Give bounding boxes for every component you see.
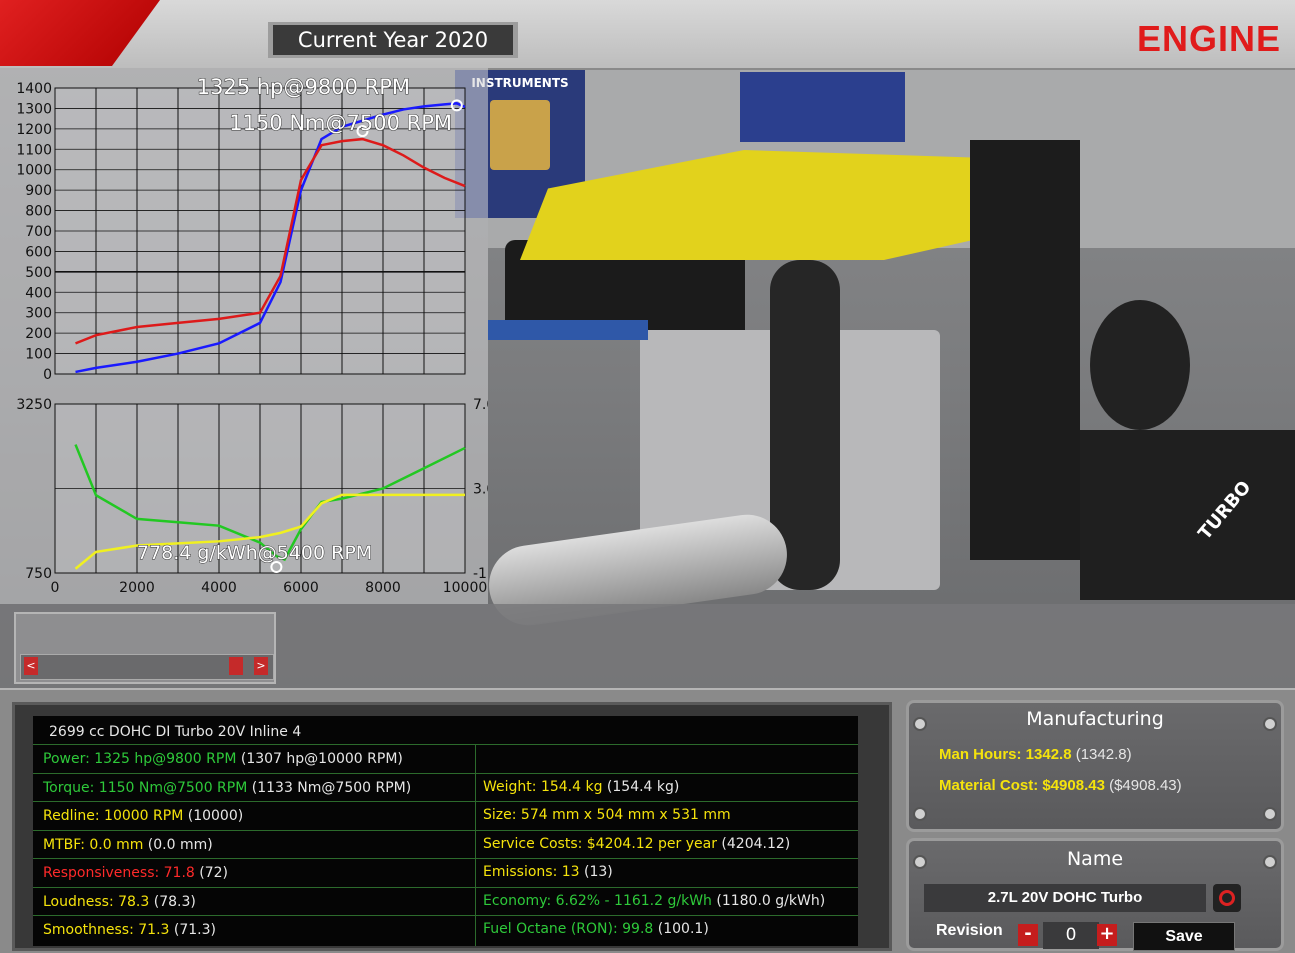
blueprint-poster	[740, 72, 905, 142]
chart-panel: 1400 1300 1200 1100 1000 900 800 700 600 500 400 30…	[0, 68, 488, 604]
slider-left-arrow[interactable]: <	[24, 657, 38, 675]
chart1-ytick: 600	[25, 244, 52, 260]
chart2-xtick: 10000	[443, 580, 488, 596]
revision-plus-button[interactable]: +	[1097, 924, 1117, 946]
stat-cell: Fuel Octane (RON): 99.8 (100.1)	[483, 915, 709, 943]
stat-cell: Service Costs: $4204.12 per year (4204.1…	[483, 830, 790, 858]
stat-cell: Emissions: 13 (13)	[483, 858, 613, 886]
chart1-ytick: 100	[25, 347, 52, 363]
slider-right-arrow[interactable]: >	[254, 657, 268, 675]
engine-stats: 2699 cc DOHC DI Turbo 20V Inline 4 Power…	[33, 716, 858, 946]
pulley	[1090, 300, 1190, 430]
name-title: Name	[1066, 848, 1124, 870]
economy-min-label: 778.4 g/kWh@5400 RPM	[137, 542, 372, 564]
chart1-ytick: 1400	[16, 81, 52, 97]
stat-label: Service Costs: $4204.12 per year	[483, 835, 717, 852]
screw-icon	[913, 807, 927, 821]
material-cost: Material Cost: $4908.43 ($4908.43)	[939, 777, 1182, 794]
stat-label: Fuel Octane (RON): 99.8	[483, 921, 654, 937]
chart1-ytick: 1000	[16, 163, 52, 179]
current-year-box: Current Year 2020	[268, 22, 518, 58]
chart2-left-ytick: 750	[25, 566, 52, 582]
stat-label: Economy: 6.62% - 1161.2 g/kWh	[483, 892, 712, 909]
revision-label: Revision	[936, 922, 1003, 939]
screw-icon	[1263, 807, 1277, 821]
stat-cell: Economy: 6.62% - 1161.2 g/kWh (1180.0 g/…	[483, 887, 825, 915]
top-bar	[0, 0, 1295, 70]
screen-title: ENGINE	[1136, 18, 1281, 59]
chart1-ytick: 900	[25, 183, 52, 199]
chart1-ytick: 0	[43, 367, 52, 383]
chart1-ytick: 300	[25, 306, 52, 322]
material-cost-baseline: ($4908.43)	[1104, 777, 1182, 794]
stat-row-right: Emissions: 13 (13)	[33, 858, 858, 886]
stat-baseline: (13)	[579, 864, 613, 880]
stat-row-right	[33, 744, 858, 772]
chart1-ytick: 1200	[16, 122, 52, 138]
stat-row-right: Weight: 154.4 kg (154.4 kg)	[33, 773, 858, 801]
chart2-xtick: 4000	[201, 580, 237, 596]
chart1-ytick: 1100	[16, 142, 52, 158]
random-name-button[interactable]	[1213, 884, 1241, 912]
man-hours-baseline: (1342.8)	[1071, 746, 1132, 763]
slider-handle[interactable]	[229, 657, 243, 675]
chart2-xtick: 0	[51, 580, 60, 596]
man-hours: Man Hours: 1342.8 (1342.8)	[939, 746, 1132, 763]
revision-value: 0	[1043, 922, 1099, 949]
save-button[interactable]: Save	[1133, 922, 1235, 951]
stat-label: Size: 574 mm x 504 mm x 531 mm	[483, 807, 731, 823]
stat-row-right: Fuel Octane (RON): 99.8 (100.1)	[33, 915, 858, 943]
refresh-icon	[1219, 890, 1235, 906]
chart1-ytick: 1300	[16, 101, 52, 117]
chart1-ytick: 400	[25, 285, 52, 301]
stat-label: Weight: 154.4 kg	[483, 778, 603, 795]
engine-stand	[488, 320, 648, 340]
engine-name-input[interactable]: 2.7L 20V DOHC Turbo	[924, 884, 1206, 912]
current-year-label: Current Year 2020	[273, 25, 513, 55]
revision-minus-button[interactable]: -	[1018, 924, 1038, 946]
stat-cell: Size: 574 mm x 504 mm x 531 mm	[483, 801, 731, 829]
stat-baseline: (4204.12)	[716, 835, 791, 852]
stat-label: Emissions: 13	[483, 864, 580, 880]
stat-row-right: Service Costs: $4204.12 per year (4204.1…	[33, 830, 858, 858]
chart2-xtick: 2000	[119, 580, 155, 596]
stat-baseline: (1180.0 g/kWh)	[711, 892, 826, 909]
manufacturing-title: Manufacturing	[1026, 708, 1164, 730]
chart1-ytick: 200	[25, 326, 52, 342]
chart1-ytick: 800	[25, 204, 52, 220]
chart2-xtick: 8000	[365, 580, 401, 596]
stat-cell: Weight: 154.4 kg (154.4 kg)	[483, 773, 679, 801]
engine-charts: 1400130012001100100090080070060050040030…	[16, 75, 488, 597]
stat-row-right: Size: 574 mm x 504 mm x 531 mm	[33, 801, 858, 829]
stat-baseline: (154.4 kg)	[602, 778, 680, 795]
chart2-right-ytick: 7.0	[473, 397, 488, 413]
chart2-right-ytick: 3.0	[473, 482, 488, 498]
man-hours-value: Man Hours: 1342.8	[939, 746, 1072, 763]
stat-row-right: Economy: 6.62% - 1161.2 g/kWh (1180.0 g/…	[33, 887, 858, 915]
torque-peak-label: 1150 Nm@7500 RPM	[229, 111, 452, 135]
chart2-xtick: 6000	[283, 580, 319, 596]
chart2-left-ytick: 3250	[16, 397, 52, 413]
timing-cover	[970, 140, 1080, 560]
material-cost-value: Material Cost: $4908.43	[939, 777, 1105, 794]
chart1-ytick: 700	[25, 224, 52, 240]
engine-description: 2699 cc DOHC DI Turbo 20V Inline 4	[49, 724, 302, 740]
chart1-ytick: 500	[25, 265, 52, 281]
stat-baseline: (100.1)	[653, 921, 709, 937]
turbo-housing: TURBO	[1080, 430, 1295, 600]
turbo-badge: TURBO	[1194, 477, 1256, 544]
power-peak-label: 1325 hp@9800 RPM	[197, 75, 410, 99]
manufacturing-panel: Manufacturing Man Hours: 1342.8 (1342.8)…	[906, 700, 1284, 832]
